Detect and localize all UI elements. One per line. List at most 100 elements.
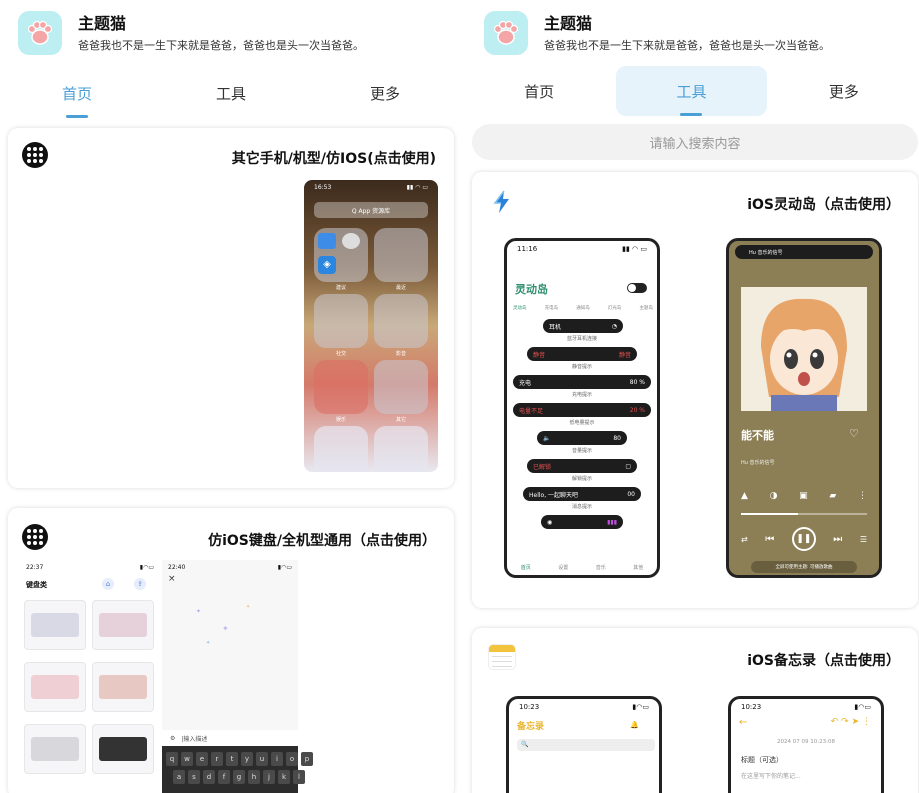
keyboard-key: t — [226, 752, 238, 766]
card-title: iOS灵动岛（点击使用） — [747, 197, 900, 213]
island-bottom-nav: 首页 设置 音乐 其他 — [507, 564, 657, 571]
signal-icon: ▮◠▭ — [277, 564, 292, 571]
keyboard-key: i — [271, 752, 283, 766]
search-input[interactable]: 请输入搜索内容 — [472, 124, 918, 160]
tab-tools[interactable]: 工具 — [616, 66, 767, 116]
artist-name: Hu 音乐的信号 — [741, 460, 775, 466]
folder-label: 建议 — [335, 285, 346, 291]
cat-paw-icon — [27, 20, 53, 45]
tab-tools-label: 工具 — [676, 82, 707, 101]
progress-track — [741, 513, 867, 515]
keyboard-key: e — [196, 752, 208, 766]
tab-home-label: 首页 — [524, 82, 555, 101]
folder-misc-a — [314, 426, 368, 472]
volume-icon: 🔈 — [543, 434, 551, 442]
signal-icon: ▮▮ ◠ ▭ — [622, 245, 647, 253]
card-dynamic-island[interactable]: iOS灵动岛（点击使用） 11:16 ▮▮ ◠ ▭ 灵动岛 灵动岛 充电岛 通知… — [472, 172, 918, 608]
dark-keyboard: qwertyuiop asdfghjkl — [162, 746, 313, 793]
folder-entertainment — [314, 360, 368, 414]
subtab: 充电岛 — [544, 306, 559, 311]
card-ios-keyboard[interactable]: 仿iOS键盘/全机型通用（点击使用） 22:37 ▮◠▭ 键盘类 ⌂ ⇪ 22:… — [8, 508, 454, 793]
tab-home[interactable]: 首页 — [464, 66, 614, 116]
card-title: 仿iOS键盘/全机型通用（点击使用） — [208, 533, 436, 549]
note-body-field: 在这里写下你的笔记... — [741, 773, 801, 780]
notes-app-icon — [488, 644, 516, 670]
keyboard-key: w — [181, 752, 193, 766]
signal-icon: ▮◠▭ — [139, 564, 154, 571]
tab-more[interactable]: 更多 — [308, 68, 462, 118]
pause-icon: ❚❚ — [791, 527, 816, 551]
keyboard-theme-thumb — [24, 600, 86, 650]
status-time: 10:23 — [519, 703, 540, 711]
keyboard-key: p — [301, 752, 313, 766]
app-logo — [484, 11, 528, 55]
right-screen: 主题猫 爸爸我也不是一生下来就是爸爸，爸爸也是头一次当爸爸。 首页 工具 更多 … — [464, 0, 919, 793]
keyboard-key: d — [203, 770, 215, 784]
home-icon: ⌂ — [102, 578, 114, 590]
music-action-row: ▲ ◑ ▣ ▰ ⋮ — [741, 491, 867, 501]
note-date: 2024 07 09 10:23:08 — [777, 739, 835, 745]
files-icon — [318, 233, 336, 249]
tab-tools[interactable]: 工具 — [154, 68, 308, 118]
cat-paw-icon — [493, 20, 519, 45]
subtab: 主题岛 — [639, 306, 654, 311]
keyboard-theme-thumb — [24, 724, 86, 774]
notes-search-icon: 🔍 — [517, 739, 655, 751]
island-toggle — [627, 283, 647, 293]
signal-icon: ▮▮ ◠ ▭ — [406, 184, 428, 191]
keyboard-key: s — [188, 770, 200, 784]
folder-social — [314, 294, 368, 348]
keyboard-typing-preview: 22:40 ▮◠▭ × ✦ ✦ ✦ ✦ ⚙ |输入描述 qwertyuiop a… — [162, 560, 313, 793]
status-time: 11:16 — [517, 245, 538, 253]
card-title: iOS备忘录（点击使用） — [747, 653, 900, 669]
song-title: 能不能 — [741, 429, 774, 442]
sparkle-decoration: ✦ ✦ ✦ ✦ — [196, 604, 251, 646]
island-caption: 解锁提示 — [571, 476, 592, 482]
close-icon: × — [168, 574, 176, 584]
tab-bar: 首页 工具 更多 — [464, 66, 919, 116]
tab-more[interactable]: 更多 — [769, 66, 919, 116]
signal-icon: ▮◠▭ — [854, 703, 871, 711]
back-arrow-icon: ← — [739, 717, 748, 728]
music-island: Hu 音乐的信号 — [735, 245, 873, 259]
signal-icon: ▮◠▭ — [632, 703, 649, 711]
comment-icon: ▰ — [829, 491, 837, 501]
apps-grid-icon — [22, 142, 48, 168]
input-hint: |输入描述 — [181, 735, 208, 743]
island-caption: 静音提示 — [571, 364, 592, 370]
tab-home[interactable]: 首页 — [0, 68, 154, 118]
tab-more-label: 更多 — [828, 82, 859, 101]
folder-media — [374, 294, 428, 348]
keyboard-key: y — [241, 752, 253, 766]
app-header: 主题猫 爸爸我也不是一生下来就是爸爸，爸爸也是头一次当爸爸。 — [484, 8, 830, 58]
island-app-icon — [493, 190, 509, 213]
card-ios-notes[interactable]: iOS备忘录（点击使用） 10:23 ▮◠▭ 备忘录 🔔 🔍 10:23 ▮◠▭… — [472, 628, 918, 793]
card-other-phones[interactable]: 其它手机/机型/仿IOS(点击使用) 16:53 ▮▮ ◠ ▭ Q App 资源… — [8, 128, 454, 488]
folder-misc-b — [374, 426, 428, 472]
effects-icon: ◑ — [769, 491, 778, 501]
nav-item: 首页 — [520, 565, 531, 571]
folder-suggested: ◈ — [314, 228, 368, 282]
playlist-icon: ☰ — [859, 534, 867, 544]
ios-app-library-preview: 16:53 ▮▮ ◠ ▭ Q App 资源库 ◈ 建议 最近 社交 影音 娱乐 … — [304, 180, 438, 472]
keyboard-page-title: 键盘类 — [26, 581, 47, 589]
folder-label: 社交 — [335, 351, 346, 357]
card-title: 其它手机/机型/仿IOS(点击使用) — [231, 151, 436, 167]
keyboard-input-bar: ⚙ |输入描述 — [162, 730, 298, 746]
keyboard-key: q — [166, 752, 178, 766]
island-row-earphone: 耳机 ◔ — [543, 319, 623, 333]
keyboard-key: k — [278, 770, 290, 784]
previous-icon: ⏮ — [765, 533, 775, 545]
island-row-music: ◉ ▮▮▮ — [541, 515, 623, 529]
tab-home-label: 首页 — [61, 84, 92, 103]
app-name: 主题猫 — [78, 13, 127, 33]
folder-label: 影音 — [395, 351, 406, 357]
status-time: 22:37 — [26, 564, 44, 571]
island-row-mute: 静音 静音 — [527, 347, 637, 361]
apps-grid-icon — [22, 524, 48, 550]
island-caption: 充电提示 — [571, 392, 592, 398]
island-row-charging: 充电 80 % — [513, 375, 651, 389]
bell-icon: ▲ — [741, 491, 748, 501]
island-settings-preview: 11:16 ▮▮ ◠ ▭ 灵动岛 灵动岛 充电岛 通知岛 灯光岛 主题岛 耳机 ◔… — [504, 238, 660, 578]
notes-title: 备忘录 — [517, 722, 545, 732]
